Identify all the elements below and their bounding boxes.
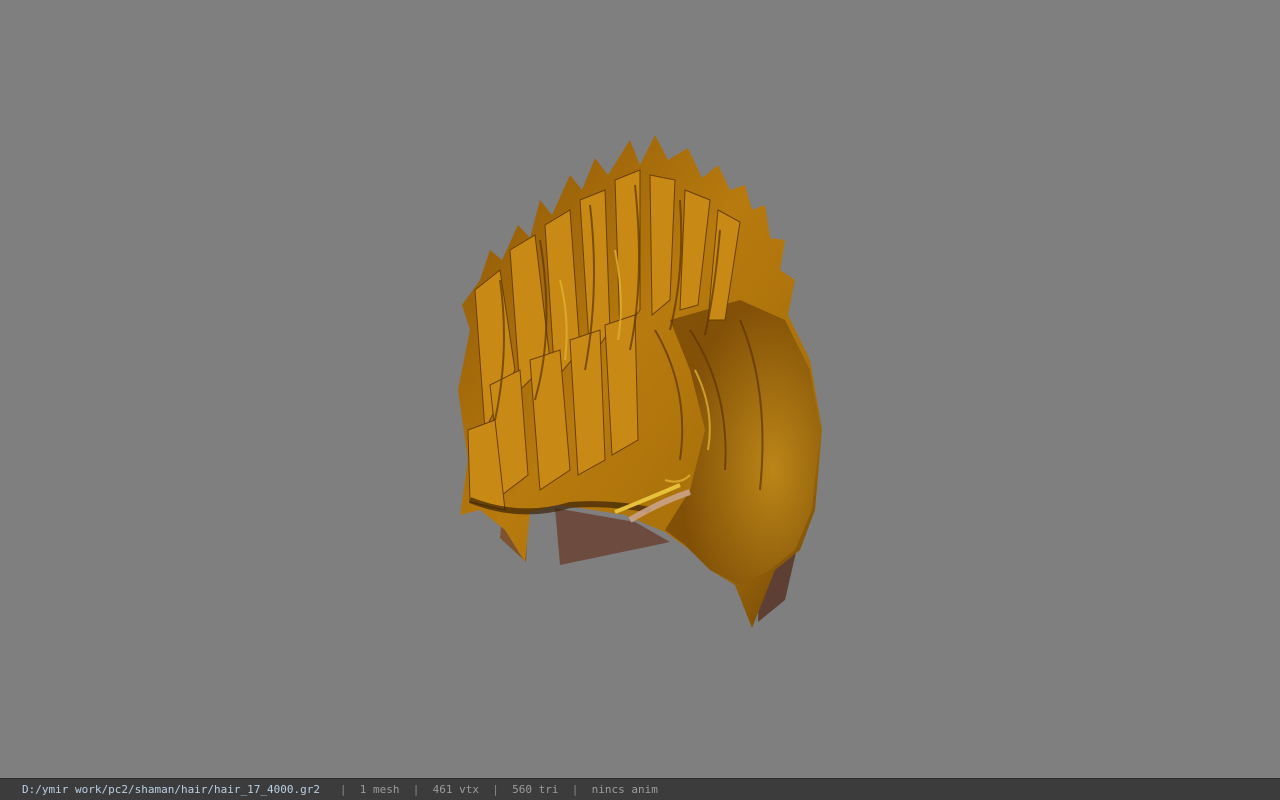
vertex-count-label: 461 vtx: [432, 783, 479, 796]
triangle-count-label: 560 tri: [512, 783, 559, 796]
3d-viewport[interactable]: [0, 0, 1280, 778]
mesh-count-label: 1 mesh: [359, 783, 400, 796]
separator: |: [571, 783, 579, 796]
hair-model-render: [458, 135, 822, 628]
animation-status-label: nincs anim: [591, 783, 658, 796]
separator: |: [412, 783, 420, 796]
separator: |: [492, 783, 499, 796]
separator: |: [339, 783, 347, 796]
status-bar: D:/ymir work/pc2/shaman/hair/hair_17_400…: [0, 778, 1280, 800]
file-path-label: D:/ymir work/pc2/shaman/hair/hair_17_400…: [22, 783, 321, 796]
